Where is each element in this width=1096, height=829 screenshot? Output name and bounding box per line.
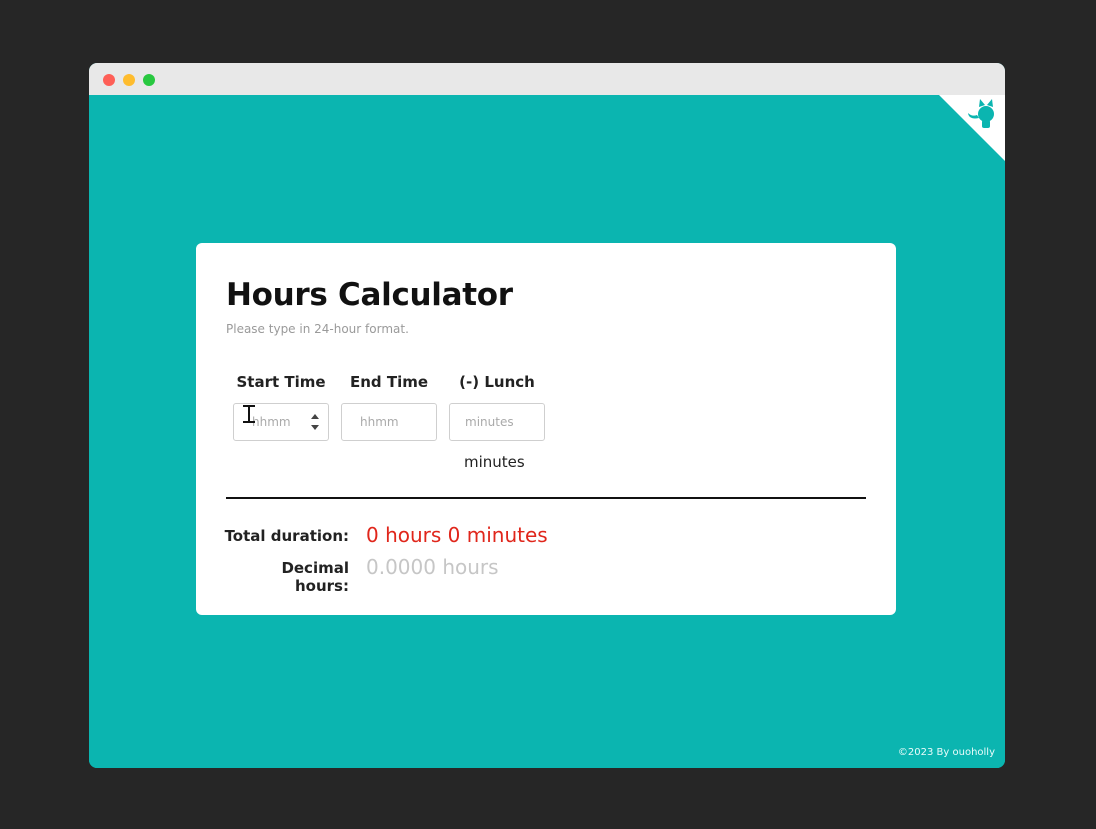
- calculator-card: Hours Calculator Please type in 24-hour …: [196, 243, 896, 615]
- browser-window: Hours Calculator Please type in 24-hour …: [89, 63, 1005, 768]
- close-window-button[interactable]: [103, 74, 115, 86]
- page-title: Hours Calculator: [226, 277, 513, 313]
- window-titlebar: [89, 63, 1005, 95]
- total-duration-label: Total duration:: [224, 527, 349, 545]
- github-corner-link[interactable]: [939, 95, 1005, 161]
- total-duration-value: 0 hours 0 minutes: [366, 523, 548, 547]
- stepper-up-icon[interactable]: [311, 414, 319, 419]
- end-time-input[interactable]: [341, 403, 437, 441]
- lunch-unit-label: minutes: [464, 453, 525, 471]
- format-hint: Please type in 24-hour format.: [226, 322, 409, 336]
- stepper-down-icon[interactable]: [311, 425, 319, 430]
- start-time-stepper[interactable]: [308, 410, 322, 434]
- maximize-window-button[interactable]: [143, 74, 155, 86]
- lunch-minutes-input[interactable]: [449, 403, 545, 441]
- lunch-label: (-) Lunch: [459, 373, 535, 391]
- text-cursor-icon: [243, 405, 255, 423]
- decimal-hours-label: Decimal hours:: [281, 559, 349, 595]
- section-divider: [226, 497, 866, 499]
- github-octocat-icon: [939, 95, 1005, 161]
- page-content: Hours Calculator Please type in 24-hour …: [89, 95, 1005, 768]
- minimize-window-button[interactable]: [123, 74, 135, 86]
- decimal-hours-value: 0.0000 hours: [366, 555, 499, 579]
- footer-credit: ©2023 By ouoholly: [897, 747, 995, 758]
- start-time-label: Start Time: [236, 373, 326, 391]
- end-time-label: End Time: [349, 373, 429, 391]
